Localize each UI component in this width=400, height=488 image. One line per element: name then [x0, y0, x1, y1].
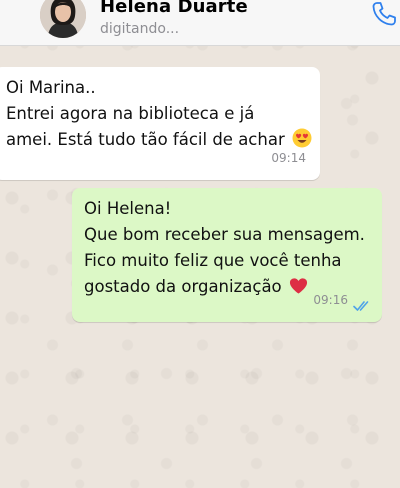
message-line: Que bom receber sua mensagem. [84, 225, 365, 244]
red-heart-emoji-icon [289, 278, 307, 294]
chat-header: Helena Duarte digitando... [0, 0, 400, 46]
message-line: Oi Helena! [84, 199, 172, 218]
incoming-message-bubble[interactable]: Oi Marina.. Entrei agora na biblioteca e… [0, 67, 320, 180]
message-time: 09:16 [313, 293, 348, 307]
avatar[interactable] [40, 0, 86, 38]
contact-name[interactable]: Helena Duarte [100, 0, 248, 17]
message-time: 09:14 [271, 151, 306, 165]
message-line-text: amei. Está tudo tão fácil de achar [6, 130, 285, 149]
message-line: amei. Está tudo tão fácil de achar [6, 127, 312, 153]
double-check-read-icon [353, 301, 369, 311]
phone-icon[interactable] [370, 0, 398, 28]
message-line: Oi Marina.. [6, 78, 96, 97]
message-line-text: gostado da organização [84, 277, 282, 296]
typing-status: digitando... [100, 21, 180, 37]
message-line: Entrei agora na biblioteca e já [6, 104, 255, 123]
message-line: Fico muito feliz que você tenha [84, 251, 342, 270]
outgoing-message-bubble[interactable]: Oi Helena! Que bom receber sua mensagem.… [72, 188, 382, 322]
